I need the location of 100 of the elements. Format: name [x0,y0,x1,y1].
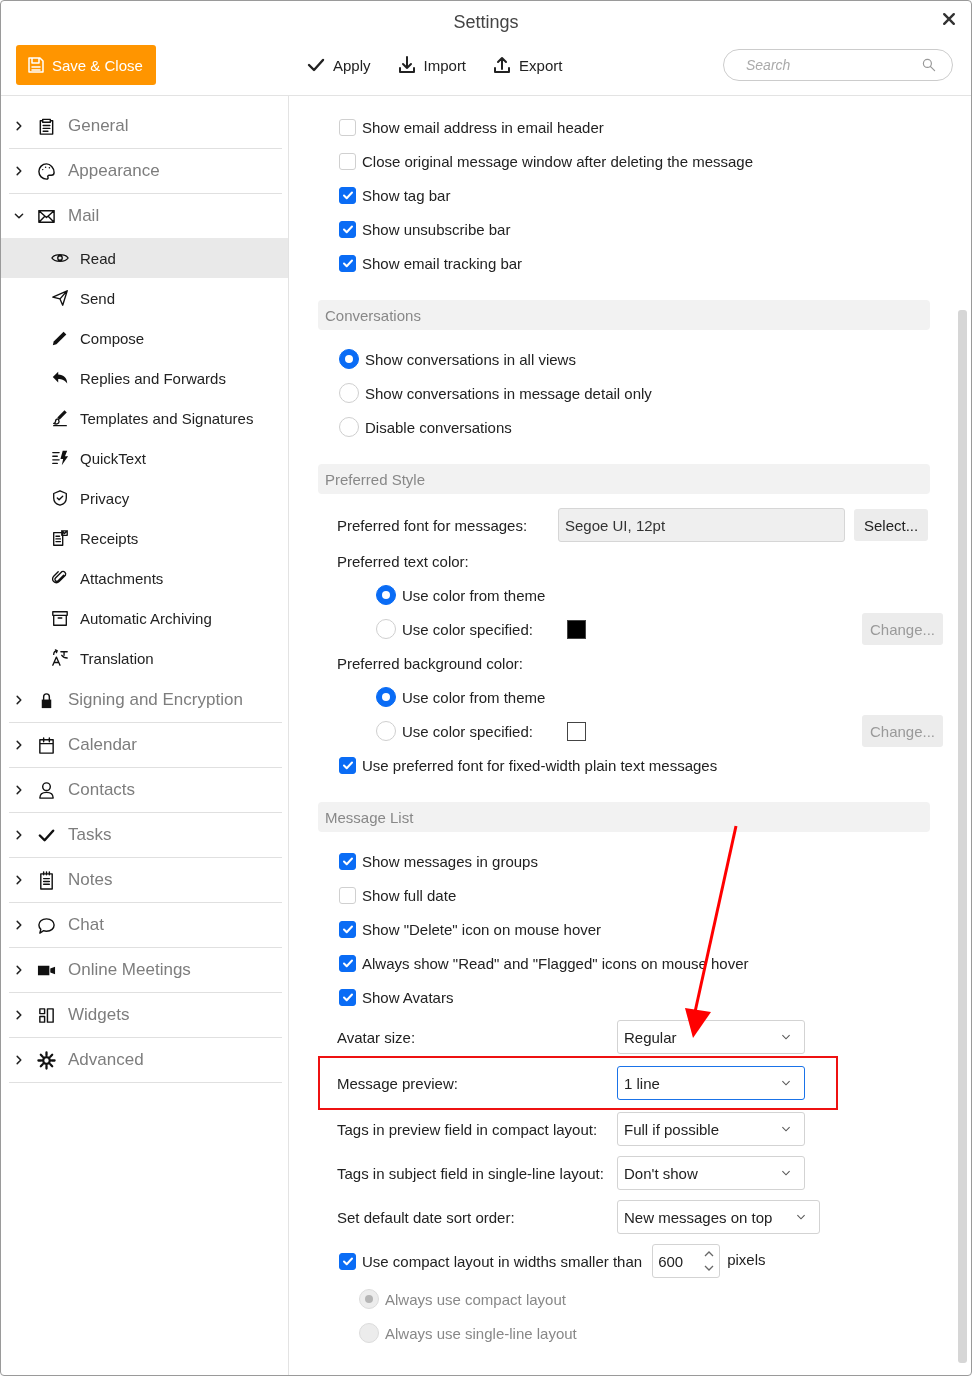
lightning-lines-icon [51,449,69,467]
font-field[interactable]: Segoe UI, 12pt [558,508,845,542]
close-button[interactable] [941,11,957,27]
sidebar-subitem[interactable]: QuickText [1,438,288,478]
radio-button[interactable] [376,687,396,707]
checkbox[interactable] [339,254,356,272]
widgets-icon [37,1005,56,1025]
checkbox[interactable] [339,756,356,774]
radio-label: Disable conversations [365,418,512,436]
setting-label: Preferred font for messages: [337,516,529,534]
radio-button[interactable] [376,585,396,605]
sidebar-item[interactable]: Notes [9,858,282,903]
checkmark-icon [341,189,354,201]
window-title: Settings [453,11,519,33]
checkbox-label: Show full date [362,886,457,904]
sidebar-item[interactable]: Signing and Encryption [9,678,282,723]
sidebar-item[interactable]: Tasks [9,813,282,858]
checkmark-icon [341,759,354,771]
sidebar-subitem[interactable]: Read [1,238,288,278]
sidebar-item[interactable]: Contacts [9,768,282,813]
checkbox[interactable] [339,1252,356,1270]
sidebar-subitem[interactable]: Automatic Archiving [1,598,288,638]
archive-box-icon [51,609,69,627]
translate-icon [51,649,69,667]
radio-label: Use color from theme [402,688,546,706]
checkbox-label: Show messages in groups [362,852,538,870]
scrollbar[interactable] [958,310,967,1363]
checkmark-icon [341,923,354,935]
select-font-button[interactable]: Select... [854,509,929,541]
checkbox[interactable] [339,954,356,972]
checkmark-icon [341,223,354,235]
sidebar-subitem[interactable]: Replies and Forwards [1,358,288,398]
upload-icon [492,55,513,75]
setting-label: Preferred background color: [337,654,523,672]
checkbox[interactable] [339,988,356,1006]
download-icon [396,55,417,75]
search-icon [921,57,937,73]
checkmark-icon [341,257,354,269]
checkbox-label: Use preferred font for fixed-width plain text messages [362,756,718,774]
checkbox[interactable] [339,920,356,938]
clipboard-icon [37,116,56,136]
checkbox[interactable] [339,852,356,870]
sidebar-subitem[interactable]: Translation [1,638,288,678]
search-field[interactable]: Search [723,49,953,81]
radio-label: Show conversations in message detail only [365,384,652,402]
sidebar-subitem[interactable]: Attachments [1,558,288,598]
sidebar-item[interactable]: Online Meetings [9,948,282,993]
setting-label: Avatar size: [337,1028,417,1046]
apply-button[interactable]: Apply [306,55,371,75]
checkbox-label: Show unsubscribe bar [362,220,511,238]
sidebar-item[interactable]: Appearance [9,149,282,194]
radio-label: Use color from theme [402,586,546,604]
dropdown[interactable]: New messages on top [617,1200,820,1234]
section-header: Message List [318,802,930,832]
import-button[interactable]: Import [396,55,467,75]
checkmark-icon [341,991,354,1003]
sidebar-subitem[interactable]: Privacy [1,478,288,518]
spinner-arrows-icon[interactable] [703,1249,716,1273]
dropdown[interactable]: Full if possible [617,1112,805,1146]
setting-label: Set default date sort order: [337,1208,516,1226]
sidebar-item[interactable]: Advanced [9,1038,282,1083]
checkbox[interactable] [339,186,356,204]
sidebar-subitem[interactable]: Compose [1,318,288,358]
dropdown[interactable]: Regular [617,1020,805,1054]
checkbox-label: Show email tracking bar [362,254,523,272]
checkbox-label: Show tag bar [362,186,451,204]
checkbox[interactable] [339,220,356,238]
sidebar-subitem[interactable]: Templates and Signatures [1,398,288,438]
section-header: Preferred Style [318,464,930,494]
sidebar-item[interactable]: Chat [9,903,282,948]
checkbox-label: Show Avatars [362,988,454,1006]
export-button[interactable]: Export [492,55,563,75]
person-icon [37,780,56,800]
sidebar-item[interactable]: Widgets [9,993,282,1038]
radio-label: Always use compact layout [385,1290,566,1308]
checkbox-label: Close original message window after deleting the message [362,152,754,170]
section-header: Conversations [318,300,930,330]
radio-label: Show conversations in all views [365,350,576,368]
sidebar-subitem[interactable]: Receipts [1,518,288,558]
radio-label: Use color specified: [402,722,534,740]
checkbox-label: Show email address in email header [362,118,604,136]
speech-bubble-icon [37,915,56,935]
paper-plane-icon [51,289,69,307]
palette-icon [37,161,56,181]
sidebar-subitem[interactable]: Send [1,278,288,318]
number-spinner[interactable]: 600 [652,1244,721,1278]
dropdown[interactable]: 1 line [617,1066,805,1100]
checkmark-icon [341,855,354,867]
sidebar-item[interactable]: Calendar [9,723,282,768]
radio-button[interactable] [339,349,359,369]
setting-label: Tags in preview field in compact layout: [337,1120,599,1138]
receipt-icon [51,529,69,547]
sidebar-item[interactable]: General [9,104,282,149]
setting-label: Preferred text color: [337,552,469,570]
notepad-icon [37,870,56,890]
dropdown[interactable]: Don't show [617,1156,805,1190]
setting-label: Tags in subject field in single-line layout: [337,1164,605,1182]
calendar-icon [37,735,56,755]
shield-check-icon [51,489,69,507]
checkmark-icon [341,1255,354,1267]
